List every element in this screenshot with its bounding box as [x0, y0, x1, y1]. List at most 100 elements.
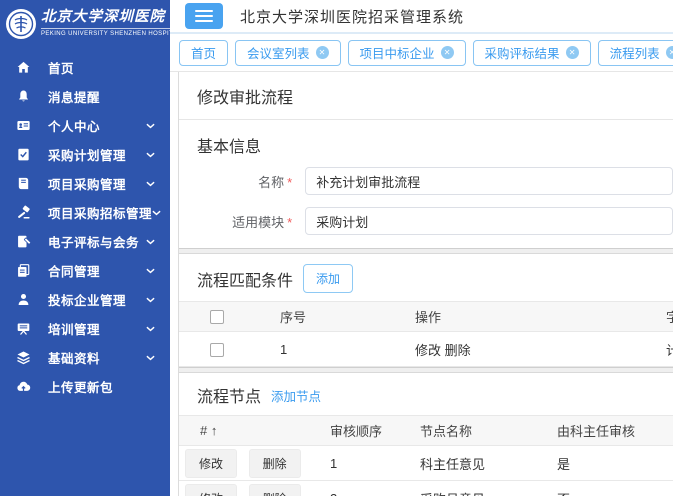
contract-icon [15, 263, 31, 279]
match-conditions-header: 流程匹配条件 添加 [179, 254, 673, 301]
sidebar: 北京大学深圳医院 PEKING UNIVERSITY SHENZHEN HOSP… [0, 0, 170, 496]
column-dept-review: 由科主任审核 [551, 416, 673, 446]
tab-process-list[interactable]: 流程列表 ✕ [598, 40, 673, 66]
row-checkbox[interactable] [210, 343, 224, 357]
sidebar-item-label: 首页 [48, 58, 74, 77]
gavel-icon [15, 205, 31, 221]
cell-node-name: 采购员意见 [414, 481, 551, 496]
tab-winning-bidders[interactable]: 项目中标企业 ✕ [348, 40, 466, 66]
sidebar-item-label: 投标企业管理 [48, 290, 126, 309]
name-input[interactable] [305, 167, 673, 195]
system-title: 北京大学深圳医院招采管理系统 [240, 6, 464, 27]
sidebar-item-project-bidding-mgmt[interactable]: 项目采购招标管理 [0, 198, 170, 227]
column-seq: 序号 [254, 302, 389, 332]
sidebar-item-label: 电子评标与会务 [48, 232, 139, 251]
chevron-down-icon [146, 297, 155, 303]
sidebar-item-contract-mgmt[interactable]: 合同管理 [0, 256, 170, 285]
chevron-down-icon [146, 123, 155, 129]
sidebar-item-upload-update-package[interactable]: 上传更新包 [0, 372, 170, 401]
delete-button[interactable]: 删除 [249, 484, 301, 496]
chevron-down-icon [146, 239, 155, 245]
tab-label: 项目中标企业 [360, 43, 435, 62]
cell-actions[interactable]: 修改 删除 [389, 332, 659, 367]
sidebar-item-e-evaluation[interactable]: 电子评标与会务 [0, 227, 170, 256]
cell-order: 2 [324, 481, 414, 496]
sidebar-item-project-purchase-mgmt[interactable]: 项目采购管理 [0, 169, 170, 198]
edit-button[interactable]: 修改 [185, 484, 237, 496]
table-header-row: # ↑ 审核顺序 节点名称 由科主任审核 [179, 416, 673, 446]
flow-nodes-header: 流程节点 添加节点 [179, 373, 673, 415]
cell-seq: 1 [254, 332, 389, 367]
sidebar-item-label: 项目采购管理 [48, 174, 126, 193]
hospital-logo-area: 北京大学深圳医院 PEKING UNIVERSITY SHENZHEN HOSP… [0, 0, 170, 47]
close-icon[interactable]: ✕ [441, 46, 454, 59]
id-card-icon [15, 118, 31, 134]
sidebar-item-training-mgmt[interactable]: 培训管理 [0, 314, 170, 343]
close-icon[interactable]: ✕ [316, 46, 329, 59]
column-order: 审核顺序 [324, 416, 414, 446]
column-sort[interactable]: # ↑ [179, 416, 324, 446]
sidebar-item-personal-center[interactable]: 个人中心 [0, 111, 170, 140]
tab-label: 流程列表 [610, 43, 660, 62]
close-icon[interactable]: ✕ [666, 46, 673, 59]
sidebar-item-label: 采购计划管理 [48, 145, 126, 164]
sidebar-item-label: 基础资料 [48, 348, 100, 367]
sidebar-item-bidder-company-mgmt[interactable]: 投标企业管理 [0, 285, 170, 314]
chevron-down-icon [146, 181, 155, 187]
tab-bid-evaluation-results[interactable]: 采购评标结果 ✕ [473, 40, 591, 66]
hospital-name-en: PEKING UNIVERSITY SHENZHEN HOSPITAL [41, 28, 181, 37]
cell-dept-review: 是 [551, 446, 673, 481]
document-edit-icon [15, 234, 31, 250]
add-node-link[interactable]: 添加节点 [271, 386, 321, 405]
close-icon[interactable]: ✕ [566, 46, 579, 59]
tab-label: 采购评标结果 [485, 43, 560, 62]
chevron-down-icon [146, 152, 155, 158]
sidebar-item-label: 个人中心 [48, 116, 100, 135]
basic-info-heading: 基本信息 [179, 120, 673, 157]
tab-bar: 首页 会议室列表 ✕ 项目中标企业 ✕ 采购评标结果 ✕ 流程列表 ✕ 流程 ✕ [170, 34, 673, 72]
clipboard-check-icon [15, 147, 31, 163]
sidebar-item-purchase-plan-mgmt[interactable]: 采购计划管理 [0, 140, 170, 169]
sidebar-item-home[interactable]: 首页 [0, 53, 170, 82]
home-icon [15, 60, 31, 76]
sidebar-item-label: 消息提醒 [48, 87, 100, 106]
book-icon [15, 176, 31, 192]
app-window: 北京大学深圳医院 PEKING UNIVERSITY SHENZHEN HOSP… [0, 0, 673, 496]
module-field-label: 适用模块* [179, 212, 292, 231]
column-node-name: 节点名称 [414, 416, 551, 446]
sidebar-item-messages[interactable]: 消息提醒 [0, 82, 170, 111]
chevron-down-icon [146, 268, 155, 274]
flow-nodes-heading: 流程节点 [197, 383, 261, 407]
cloud-upload-icon [15, 379, 31, 395]
layers-icon [15, 350, 31, 366]
sidebar-item-basic-data[interactable]: 基础资料 [0, 343, 170, 372]
presentation-icon [15, 321, 31, 337]
hospital-logo-icon [5, 8, 37, 40]
name-field-label: 名称* [179, 172, 292, 191]
flow-nodes-table: # ↑ 审核顺序 节点名称 由科主任审核 修改 删除 1 科主任意见 [179, 415, 673, 496]
sidebar-menu: 首页 消息提醒 个人中心 采购 [0, 53, 170, 401]
main-area: 北京大学深圳医院招采管理系统 首页 会议室列表 ✕ 项目中标企业 ✕ 采购评标结… [170, 0, 673, 496]
edit-button[interactable]: 修改 [185, 449, 237, 478]
basic-info-form: 名称* 适用模块* [179, 157, 673, 248]
column-extra: 字 [659, 302, 673, 332]
required-mark: * [287, 175, 292, 190]
delete-button[interactable]: 删除 [249, 449, 301, 478]
page-content: 修改审批流程 基本信息 名称* 适用模块* 流程匹配条件 添加 [178, 72, 673, 496]
column-actions: 操作 [389, 302, 659, 332]
tab-home[interactable]: 首页 [179, 40, 228, 66]
sidebar-item-label: 项目采购招标管理 [48, 203, 152, 222]
tab-meeting-room-list[interactable]: 会议室列表 ✕ [235, 40, 341, 66]
add-condition-button[interactable]: 添加 [303, 264, 353, 293]
select-all-checkbox[interactable] [210, 310, 224, 324]
match-conditions-heading: 流程匹配条件 [197, 267, 293, 291]
table-row: 修改 删除 2 采购员意见 否 [179, 481, 673, 496]
chevron-down-icon [146, 326, 155, 332]
chevron-down-icon [152, 210, 161, 216]
tab-label: 会议室列表 [247, 43, 310, 62]
menu-toggle-button[interactable] [185, 3, 223, 29]
module-input[interactable] [305, 207, 673, 235]
form-row-module: 适用模块* [179, 207, 673, 235]
tab-label: 首页 [191, 43, 216, 62]
sidebar-item-label: 培训管理 [48, 319, 100, 338]
